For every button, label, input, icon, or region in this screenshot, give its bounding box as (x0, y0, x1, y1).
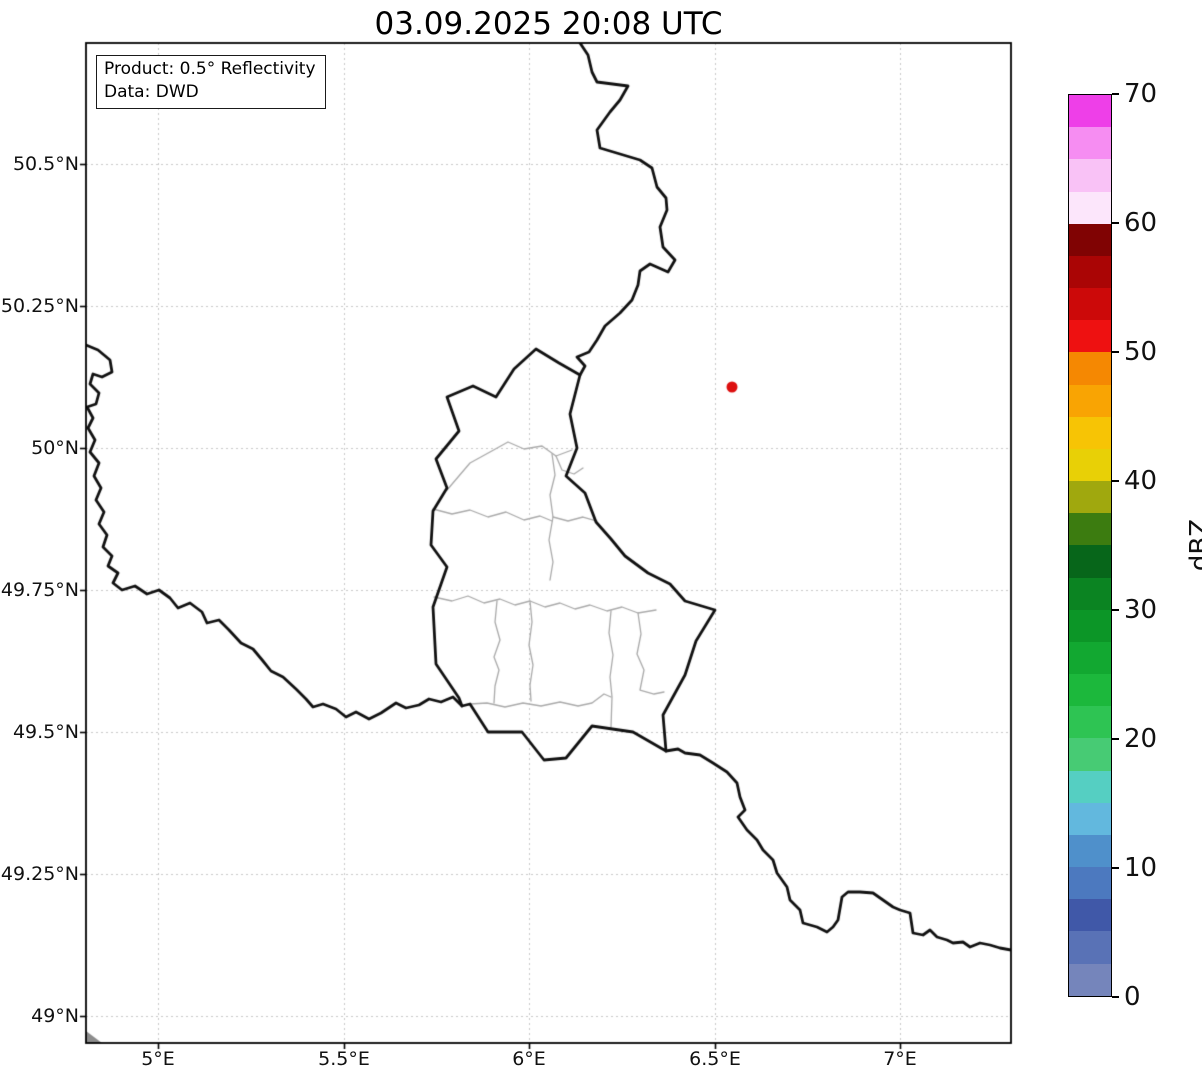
colorbar-segment (1069, 416, 1111, 449)
colorbar-segment (1069, 95, 1111, 128)
y-tick-label: 50°N (31, 437, 79, 459)
colorbar-segment (1069, 770, 1111, 803)
colorbar-segment (1069, 513, 1111, 546)
colorbar-tick-label: 20 (1124, 724, 1158, 754)
colorbar-tick-label: 10 (1124, 853, 1158, 883)
radar-figure: 03.09.2025 20:08 UTC Product: 0.5° Refle… (0, 0, 1202, 1081)
y-tick-label: 49.75°N (0, 579, 79, 601)
colorbar-segment (1069, 867, 1111, 900)
colorbar-tick-mark (1112, 738, 1119, 740)
colorbar-segment (1069, 127, 1111, 160)
colorbar-segment (1069, 674, 1111, 707)
radar-map-canvas (0, 0, 1202, 1081)
colorbar-segment (1069, 320, 1111, 353)
colorbar-segment (1069, 577, 1111, 610)
product-info-box: Product: 0.5° Reflectivity Data: DWD (96, 55, 326, 109)
x-tick-label: 6.5°E (689, 1048, 741, 1070)
colorbar-tick-mark (1112, 867, 1119, 869)
y-tick-label: 50.5°N (12, 153, 79, 175)
plot-title: 03.09.2025 20:08 UTC (374, 6, 723, 42)
colorbar-segment (1069, 223, 1111, 256)
colorbar-segment (1069, 481, 1111, 514)
colorbar-axis-label: dBZ (1185, 518, 1202, 571)
x-tick-label: 6°E (512, 1048, 546, 1070)
colorbar-segment (1069, 255, 1111, 289)
colorbar-tick-mark (1112, 609, 1119, 611)
colorbar-segment (1069, 641, 1111, 675)
colorbar-tick-mark (1112, 351, 1119, 353)
y-tick-label: 50.25°N (0, 295, 79, 317)
colorbar-segment (1069, 931, 1111, 964)
colorbar-tick-mark (1112, 93, 1119, 95)
colorbar-segment (1069, 738, 1111, 771)
x-tick-label: 7°E (883, 1048, 917, 1070)
colorbar (1068, 94, 1112, 997)
x-tick-label: 5°E (141, 1048, 175, 1070)
y-tick-label: 49.5°N (12, 721, 79, 743)
colorbar-segment (1069, 352, 1111, 385)
colorbar-tick-label: 40 (1124, 466, 1158, 496)
colorbar-segment (1069, 706, 1111, 739)
colorbar-tick-mark (1112, 222, 1119, 224)
colorbar-segment (1069, 545, 1111, 578)
y-tick-label: 49°N (31, 1005, 79, 1027)
colorbar-tick-label: 30 (1124, 595, 1158, 625)
colorbar-segment (1069, 159, 1111, 192)
colorbar-segment (1069, 609, 1111, 642)
colorbar-tick-label: 0 (1124, 982, 1141, 1012)
colorbar-segment (1069, 191, 1111, 224)
colorbar-tick-label: 70 (1124, 79, 1158, 109)
y-tick-label: 49.25°N (0, 863, 79, 885)
colorbar-segment (1069, 384, 1111, 417)
colorbar-segment (1069, 288, 1111, 321)
colorbar-tick-mark (1112, 480, 1119, 482)
product-line: Product: 0.5° Reflectivity (104, 59, 316, 79)
colorbar-tick-label: 50 (1124, 337, 1158, 367)
colorbar-segment (1069, 802, 1111, 835)
colorbar-tick-label: 60 (1124, 208, 1158, 238)
colorbar-segment (1069, 899, 1111, 932)
x-tick-label: 5.5°E (318, 1048, 370, 1070)
data-source-line: Data: DWD (104, 82, 199, 103)
colorbar-segment (1069, 448, 1111, 482)
colorbar-segment (1069, 963, 1111, 996)
colorbar-tick-mark (1112, 996, 1119, 998)
colorbar-segment (1069, 834, 1111, 868)
